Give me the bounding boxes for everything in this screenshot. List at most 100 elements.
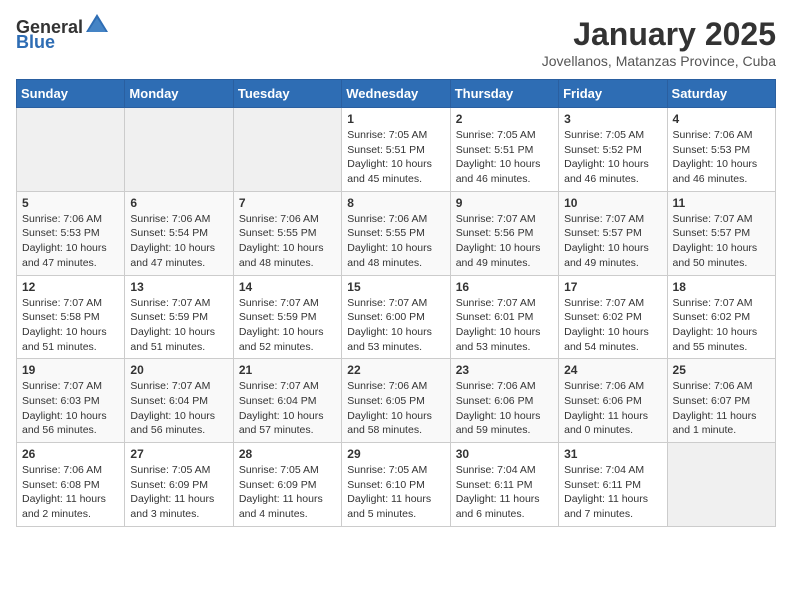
day-number: 14	[239, 280, 336, 294]
location-subtitle: Jovellanos, Matanzas Province, Cuba	[542, 53, 776, 69]
day-info: Sunrise: 7:05 AM Sunset: 6:09 PM Dayligh…	[130, 463, 227, 522]
calendar-cell: 27 Sunrise: 7:05 AM Sunset: 6:09 PM Dayli…	[125, 443, 233, 527]
calendar-cell: 4 Sunrise: 7:06 AM Sunset: 5:53 PM Daylig…	[667, 108, 775, 192]
day-info: Sunrise: 7:07 AM Sunset: 5:56 PM Dayligh…	[456, 212, 553, 271]
calendar-cell: 28 Sunrise: 7:05 AM Sunset: 6:09 PM Dayli…	[233, 443, 341, 527]
day-number: 10	[564, 196, 661, 210]
logo-blue-text: Blue	[16, 32, 55, 53]
day-number: 8	[347, 196, 444, 210]
calendar-week-3: 12Sunrise: 7:07 AM Sunset: 5:58 PM Dayli…	[17, 275, 776, 359]
weekday-header-tuesday: Tuesday	[233, 80, 341, 108]
weekday-header-thursday: Thursday	[450, 80, 558, 108]
calendar-cell: 10Sunrise: 7:07 AM Sunset: 5:57 PM Dayli…	[559, 191, 667, 275]
calendar-table: SundayMondayTuesdayWednesdayThursdayFrid…	[16, 79, 776, 527]
weekday-header-monday: Monday	[125, 80, 233, 108]
calendar-cell: 3Sunrise: 7:05 AM Sunset: 5:52 PM Daylig…	[559, 108, 667, 192]
weekday-header-sunday: Sunday	[17, 80, 125, 108]
day-number: 20	[130, 363, 227, 377]
calendar-week-1: 1 Sunrise: 7:05 AM Sunset: 5:51 PM Daylig…	[17, 108, 776, 192]
day-number: 2	[456, 112, 553, 126]
logo: General Blue	[16, 16, 110, 53]
calendar-cell: 19Sunrise: 7:07 AM Sunset: 6:03 PM Dayli…	[17, 359, 125, 443]
day-info: Sunrise: 7:07 AM Sunset: 6:04 PM Dayligh…	[130, 379, 227, 438]
day-number: 27	[130, 447, 227, 461]
calendar-cell: 30 Sunrise: 7:04 AM Sunset: 6:11 PM Dayli…	[450, 443, 558, 527]
day-info: Sunrise: 7:04 AM Sunset: 6:11 PM Dayligh…	[564, 463, 661, 522]
day-number: 1	[347, 112, 444, 126]
calendar-cell: 12Sunrise: 7:07 AM Sunset: 5:58 PM Dayli…	[17, 275, 125, 359]
day-number: 29	[347, 447, 444, 461]
day-number: 22	[347, 363, 444, 377]
calendar-cell: 26 Sunrise: 7:06 AM Sunset: 6:08 PM Dayli…	[17, 443, 125, 527]
calendar-cell: 11 Sunrise: 7:07 AM Sunset: 5:57 PM Dayli…	[667, 191, 775, 275]
day-number: 6	[130, 196, 227, 210]
calendar-cell: 14Sunrise: 7:07 AM Sunset: 5:59 PM Dayli…	[233, 275, 341, 359]
day-info: Sunrise: 7:07 AM Sunset: 6:02 PM Dayligh…	[564, 296, 661, 355]
calendar-cell: 18 Sunrise: 7:07 AM Sunset: 6:02 PM Dayli…	[667, 275, 775, 359]
calendar-cell: 17 Sunrise: 7:07 AM Sunset: 6:02 PM Dayli…	[559, 275, 667, 359]
title-block: January 2025 Jovellanos, Matanzas Provin…	[542, 16, 776, 69]
day-info: Sunrise: 7:07 AM Sunset: 5:57 PM Dayligh…	[673, 212, 770, 271]
weekday-header-friday: Friday	[559, 80, 667, 108]
page-header: General Blue January 2025 Jovellanos, Ma…	[16, 16, 776, 69]
day-number: 16	[456, 280, 553, 294]
day-number: 23	[456, 363, 553, 377]
day-number: 19	[22, 363, 119, 377]
day-info: Sunrise: 7:07 AM Sunset: 6:04 PM Dayligh…	[239, 379, 336, 438]
day-info: Sunrise: 7:05 AM Sunset: 6:10 PM Dayligh…	[347, 463, 444, 522]
day-number: 21	[239, 363, 336, 377]
day-number: 24	[564, 363, 661, 377]
day-info: Sunrise: 7:05 AM Sunset: 6:09 PM Dayligh…	[239, 463, 336, 522]
day-number: 11	[673, 196, 770, 210]
calendar-cell	[233, 108, 341, 192]
day-number: 13	[130, 280, 227, 294]
calendar-cell: 1 Sunrise: 7:05 AM Sunset: 5:51 PM Daylig…	[342, 108, 450, 192]
month-title: January 2025	[542, 16, 776, 53]
day-number: 18	[673, 280, 770, 294]
day-info: Sunrise: 7:07 AM Sunset: 6:00 PM Dayligh…	[347, 296, 444, 355]
day-number: 26	[22, 447, 119, 461]
day-number: 17	[564, 280, 661, 294]
day-number: 15	[347, 280, 444, 294]
day-info: Sunrise: 7:07 AM Sunset: 5:58 PM Dayligh…	[22, 296, 119, 355]
day-info: Sunrise: 7:06 AM Sunset: 5:53 PM Dayligh…	[673, 128, 770, 187]
day-number: 30	[456, 447, 553, 461]
day-info: Sunrise: 7:04 AM Sunset: 6:11 PM Dayligh…	[456, 463, 553, 522]
day-info: Sunrise: 7:06 AM Sunset: 6:08 PM Dayligh…	[22, 463, 119, 522]
day-number: 31	[564, 447, 661, 461]
day-info: Sunrise: 7:05 AM Sunset: 5:52 PM Dayligh…	[564, 128, 661, 187]
day-info: Sunrise: 7:07 AM Sunset: 6:01 PM Dayligh…	[456, 296, 553, 355]
calendar-cell: 2 Sunrise: 7:05 AM Sunset: 5:51 PM Daylig…	[450, 108, 558, 192]
calendar-cell: 24 Sunrise: 7:06 AM Sunset: 6:06 PM Dayli…	[559, 359, 667, 443]
calendar-cell: 5Sunrise: 7:06 AM Sunset: 5:53 PM Daylig…	[17, 191, 125, 275]
day-info: Sunrise: 7:06 AM Sunset: 6:06 PM Dayligh…	[564, 379, 661, 438]
day-number: 5	[22, 196, 119, 210]
day-number: 4	[673, 112, 770, 126]
calendar-cell: 31 Sunrise: 7:04 AM Sunset: 6:11 PM Dayli…	[559, 443, 667, 527]
calendar-week-4: 19Sunrise: 7:07 AM Sunset: 6:03 PM Dayli…	[17, 359, 776, 443]
day-info: Sunrise: 7:05 AM Sunset: 5:51 PM Dayligh…	[456, 128, 553, 187]
day-number: 28	[239, 447, 336, 461]
calendar-cell: 15 Sunrise: 7:07 AM Sunset: 6:00 PM Dayli…	[342, 275, 450, 359]
day-info: Sunrise: 7:07 AM Sunset: 5:59 PM Dayligh…	[130, 296, 227, 355]
calendar-cell: 7Sunrise: 7:06 AM Sunset: 5:55 PM Daylig…	[233, 191, 341, 275]
day-info: Sunrise: 7:05 AM Sunset: 5:51 PM Dayligh…	[347, 128, 444, 187]
calendar-header-row: SundayMondayTuesdayWednesdayThursdayFrid…	[17, 80, 776, 108]
day-info: Sunrise: 7:06 AM Sunset: 6:07 PM Dayligh…	[673, 379, 770, 438]
calendar-week-2: 5Sunrise: 7:06 AM Sunset: 5:53 PM Daylig…	[17, 191, 776, 275]
day-info: Sunrise: 7:07 AM Sunset: 6:02 PM Dayligh…	[673, 296, 770, 355]
day-info: Sunrise: 7:06 AM Sunset: 5:55 PM Dayligh…	[239, 212, 336, 271]
calendar-cell: 21 Sunrise: 7:07 AM Sunset: 6:04 PM Dayli…	[233, 359, 341, 443]
calendar-cell: 13 Sunrise: 7:07 AM Sunset: 5:59 PM Dayli…	[125, 275, 233, 359]
day-info: Sunrise: 7:06 AM Sunset: 5:54 PM Dayligh…	[130, 212, 227, 271]
calendar-cell: 23 Sunrise: 7:06 AM Sunset: 6:06 PM Dayli…	[450, 359, 558, 443]
weekday-header-saturday: Saturday	[667, 80, 775, 108]
calendar-cell: 29 Sunrise: 7:05 AM Sunset: 6:10 PM Dayli…	[342, 443, 450, 527]
calendar-cell: 6 Sunrise: 7:06 AM Sunset: 5:54 PM Daylig…	[125, 191, 233, 275]
calendar-cell: 16 Sunrise: 7:07 AM Sunset: 6:01 PM Dayli…	[450, 275, 558, 359]
calendar-cell: 9Sunrise: 7:07 AM Sunset: 5:56 PM Daylig…	[450, 191, 558, 275]
calendar-cell: 22 Sunrise: 7:06 AM Sunset: 6:05 PM Dayli…	[342, 359, 450, 443]
day-info: Sunrise: 7:06 AM Sunset: 6:05 PM Dayligh…	[347, 379, 444, 438]
logo-icon	[84, 12, 110, 38]
day-info: Sunrise: 7:06 AM Sunset: 6:06 PM Dayligh…	[456, 379, 553, 438]
